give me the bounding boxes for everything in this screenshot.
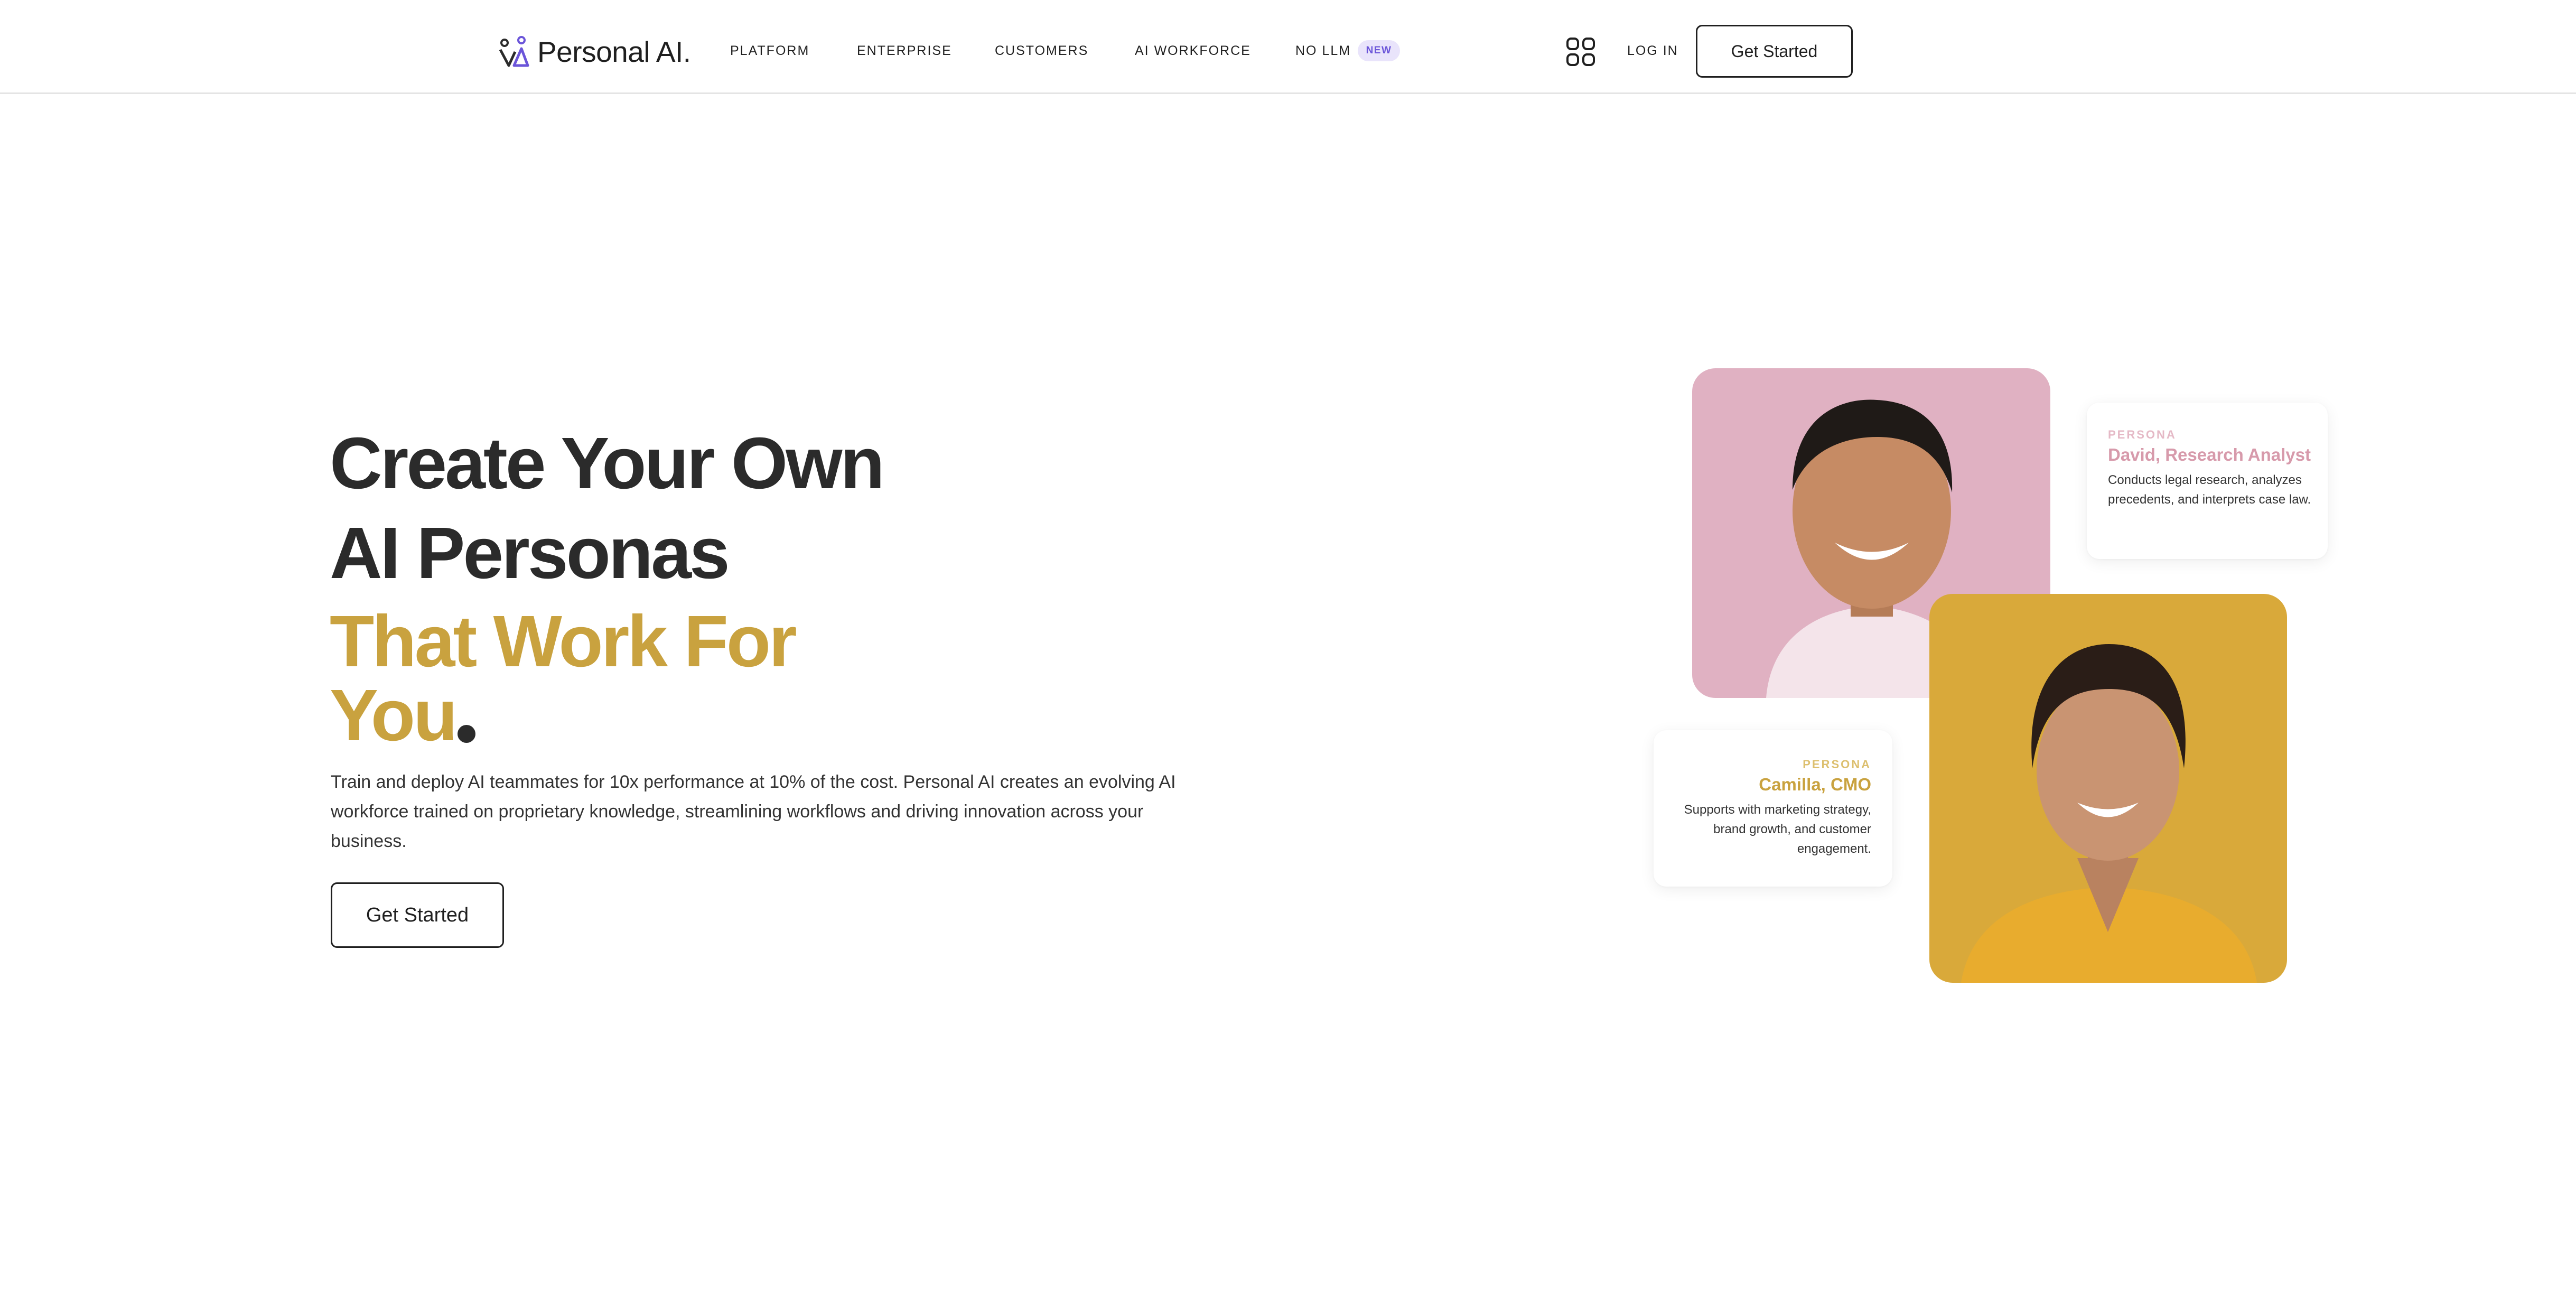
nav-no-llm[interactable]: NO LLM: [1295, 43, 1351, 59]
nav-platform[interactable]: PLATFORM: [730, 43, 809, 59]
nav-enterprise[interactable]: ENTERPRISE: [857, 43, 952, 59]
hero-heading-line-2: AI Personas: [330, 513, 730, 594]
site-header: Personal AI. PLATFORM ENTERPRISE CUSTOME…: [0, 0, 2576, 94]
persona-card-david: PERSONA David, Research Analyst Conducts…: [2087, 403, 2328, 559]
hero-heading-line-1: Create Your Own: [330, 423, 885, 504]
persona-card-camilla: PERSONA Camilla, CMO Supports with marke…: [1654, 730, 1892, 887]
persona-card-david-description: Conducts legal research, analyzes preced…: [2108, 473, 2311, 507]
hero-description: Train and deploy AI teammates for 10x pe…: [331, 772, 1176, 851]
hero-heading-line-4: You: [330, 675, 458, 756]
login-link[interactable]: LOG IN: [1627, 43, 1678, 59]
persona-card-camilla-label: PERSONA: [1803, 758, 1871, 771]
personal-ai-logo-icon: [499, 36, 529, 67]
brand-name: Personal AI.: [537, 35, 691, 68]
nav-customers[interactable]: CUSTOMERS: [995, 43, 1088, 59]
persona-card-camilla-description: Supports with marketing strategy, brand …: [1684, 803, 1871, 856]
persona-card-david-name: David, Research Analyst: [2108, 445, 2311, 464]
heading-period-dot: [458, 725, 475, 743]
apps-grid-icon[interactable]: [1566, 37, 1595, 67]
hero-heading-line-3: That Work For: [330, 601, 797, 682]
brand-logo[interactable]: Personal AI.: [498, 35, 691, 69]
header-get-started-button[interactable]: Get Started: [1696, 25, 1853, 78]
new-badge: NEW: [1358, 40, 1400, 61]
hero-get-started-button[interactable]: Get Started: [331, 882, 504, 948]
persona-card-david-label: PERSONA: [2108, 428, 2177, 441]
persona-card-camilla-name: Camilla, CMO: [1759, 775, 1871, 794]
nav-ai-workforce[interactable]: AI WORKFORCE: [1135, 43, 1251, 59]
camilla-photo: [1929, 594, 2287, 983]
